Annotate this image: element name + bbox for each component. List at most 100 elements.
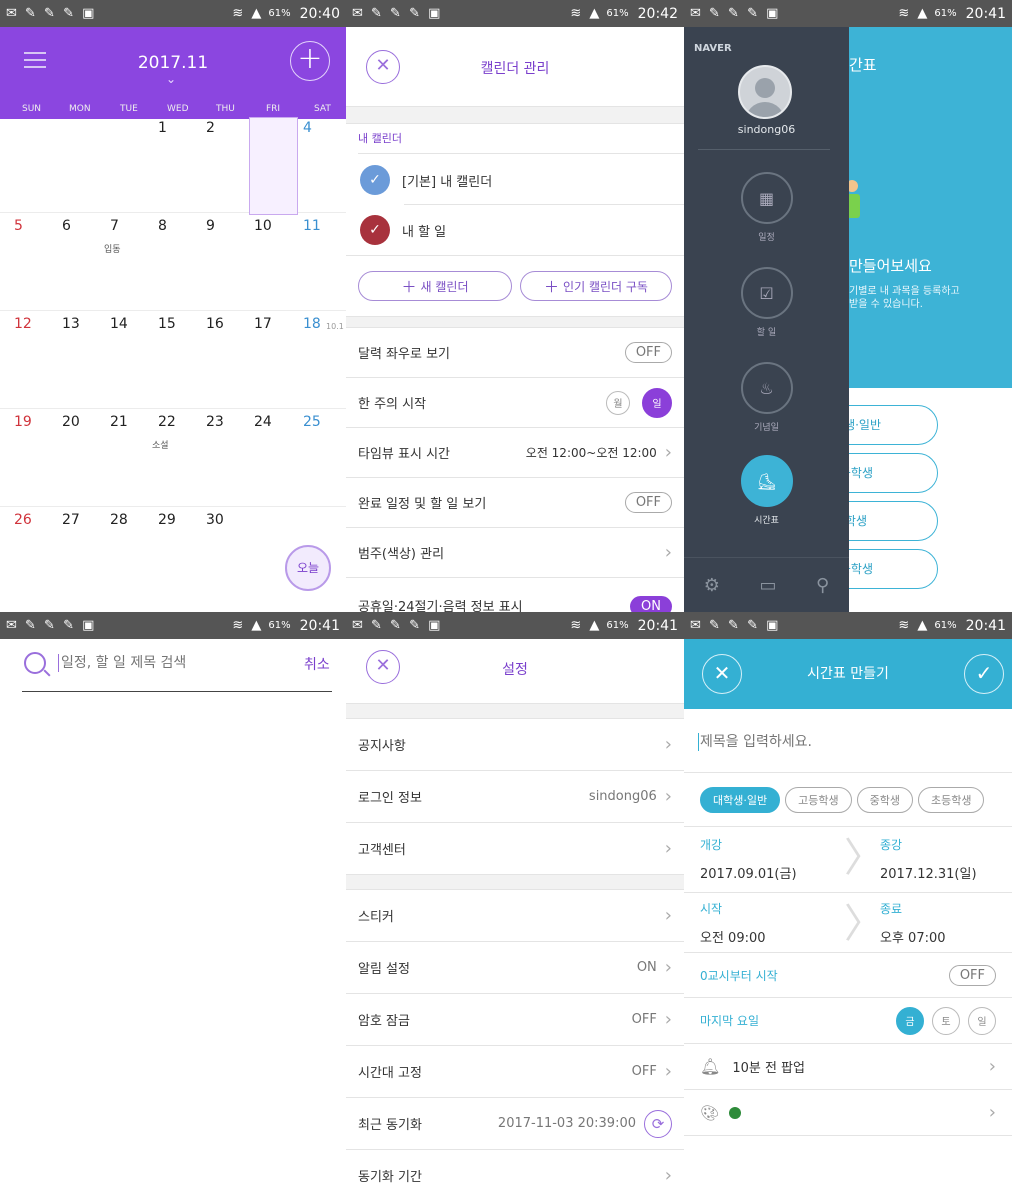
week-start-sunday[interactable]: 일 [642,387,672,418]
chevron-right-icon: › [664,786,672,807]
today-button[interactable]: 오늘 [285,545,331,591]
calendar-day[interactable]: 30 [206,512,224,528]
setting-row[interactable]: 타임뷰 표시 시간 오전 12:00~오전 12:00 › [346,428,684,478]
calendar-day[interactable]: 18 [303,316,321,332]
setting-row[interactable]: 달력 좌우로 보기 OFF [346,328,684,378]
calendar-day[interactable]: 11 [303,218,321,234]
calendar-day[interactable]: 25 [303,414,321,430]
chevron-down-icon[interactable]: ⌄ [166,72,176,86]
search-input[interactable] [61,652,281,674]
chip-middle-school[interactable]: 중학생 [856,787,913,813]
check-icon[interactable]: ✓ [360,215,390,245]
chip-high-school[interactable]: 고등학생 [785,787,852,813]
calendar-day[interactable]: 23 [206,414,224,430]
calendar-day[interactable]: 15 [158,316,176,332]
calendar-day[interactable]: 4 [303,120,312,136]
new-calendar-button[interactable]: ＋ 새 캘린더 [358,271,512,301]
avatar[interactable] [738,65,792,119]
status-bar: ✉ ✎ ✎ ✎ ▣ ≋ ▲ 61% 20:42 [346,0,684,27]
week-start-monday[interactable]: 월 [606,390,630,415]
zero-period-row[interactable]: 0교시부터 시작 OFF [684,953,1012,998]
alarm-row[interactable]: 🔔︎ 10분 전 팝업 › [684,1044,1012,1090]
calendar-day[interactable]: 22 [158,414,176,430]
nav-item-timetable[interactable]: ⛸ 시간표 [684,455,849,526]
day-saturday[interactable]: 토 [932,1006,960,1035]
setting-row[interactable]: 최근 동기화 2017-11-03 20:39:00 ⟳ [346,1098,684,1150]
start-time-field[interactable]: 시작 오전 09:00 [700,900,850,948]
setting-row[interactable]: 동기화 기간 › [346,1150,684,1195]
chevron-right-icon: › [988,1102,996,1123]
toggle-switch[interactable]: OFF [624,492,672,513]
nav-item-schedule[interactable]: ▦ 일정 [684,172,849,243]
calendar-day[interactable]: 21 [110,414,128,430]
text-cursor [58,654,59,672]
calendar-day[interactable]: 1 [158,120,167,136]
sync-icon[interactable]: ⟳ [644,1109,672,1138]
setting-row[interactable]: 시간대 고정 OFF › [346,1046,684,1098]
setting-row[interactable]: 완료 일정 및 할 일 보기 OFF [346,478,684,528]
setting-row[interactable]: 로그인 정보 sindong06 › [346,771,684,823]
field-value: 2017.09.01(금) [700,867,797,882]
chip-elementary[interactable]: 초등학생 [917,787,985,813]
today-highlight[interactable] [249,117,298,215]
add-event-button[interactable]: + [290,41,330,81]
calendar-day[interactable]: 12 [14,316,32,332]
clock: 20:42 [637,5,678,22]
semester-end-field[interactable]: 종강 2017.12.31(일) [880,836,1010,884]
calendar-day[interactable]: 9 [206,218,215,234]
settings-screen: ✉ ✎ ✎ ✎ ▣ ≋ ▲ 61% 20:41 ✕ 설정 공지사항 › 로그인 정보… [346,612,684,1195]
calendar-today-icon[interactable]: ▭ [759,575,776,596]
lunar-date-label: 10.1 [326,322,344,331]
plus-icon: ＋ [544,277,560,296]
calendar-day[interactable]: 27 [62,512,80,528]
calendar-day[interactable]: 29 [158,512,176,528]
clock: 20:41 [965,617,1006,634]
calendar-day[interactable]: 19 [14,414,32,430]
calendar-day[interactable]: 7 [110,218,119,234]
calendar-item-todo[interactable]: ✓ 내 할 일 [360,214,680,246]
calendar-day[interactable]: 17 [254,316,272,332]
divider-band [346,874,684,890]
setting-row[interactable]: 범주(색상) 관리 › [346,528,684,578]
search-icon[interactable]: ⚲ [816,575,829,596]
calendar-day[interactable]: 16 [206,316,224,332]
color-row[interactable]: 🎨︎ › [684,1090,1012,1136]
toggle-switch[interactable]: ON [630,596,672,612]
toggle-switch[interactable]: OFF [624,342,672,363]
day-sunday[interactable]: 일 [968,1006,996,1035]
setting-label: 완료 일정 및 할 일 보기 [358,497,487,512]
day-friday[interactable]: 금 [896,1006,924,1035]
nav-item-todo[interactable]: ☑ 할 일 [684,267,849,338]
confirm-button[interactable]: ✓ [964,654,1004,694]
cancel-button[interactable]: 취소 [304,654,330,674]
plus-icon: ＋ [401,277,417,296]
notification-icons: ✉ ✎ ✎ ✎ ▣ [352,618,443,633]
calendar-day[interactable]: 13 [62,316,80,332]
setting-row[interactable]: 공휴일·24절기·음력 정보 표시 ON [346,578,684,612]
subscribe-popular-button[interactable]: ＋ 인기 캘린더 구독 [520,271,672,301]
end-time-field[interactable]: 종료 오후 07:00 [880,900,1010,948]
calendar-day[interactable]: 5 [14,218,23,234]
setting-row[interactable]: 암호 잠금 OFF › [346,994,684,1046]
setting-row[interactable]: 고객센터 › [346,823,684,875]
calendar-day[interactable]: 26 [14,512,32,528]
calendar-day[interactable]: 24 [254,414,272,430]
chip-university[interactable]: 대학생·일반 [700,787,781,813]
setting-row[interactable]: 공지사항 › [346,719,684,771]
calendar-day[interactable]: 14 [110,316,128,332]
check-icon[interactable]: ✓ [360,165,390,195]
calendar-day[interactable]: 20 [62,414,80,430]
calendar-day[interactable]: 8 [158,218,167,234]
calendar-day[interactable]: 6 [62,218,71,234]
calendar-day[interactable]: 2 [206,120,215,136]
title-input[interactable] [700,730,990,754]
calendar-day[interactable]: 10 [254,218,272,234]
calendar-day[interactable]: 28 [110,512,128,528]
semester-start-field[interactable]: 개강 2017.09.01(금) [700,836,850,884]
toggle-switch[interactable]: OFF [948,964,996,986]
setting-row[interactable]: 알림 설정 ON › [346,942,684,994]
gear-icon[interactable]: ⚙ [704,575,720,596]
nav-item-anniversary[interactable]: ♨ 기념일 [684,362,849,433]
calendar-item-default[interactable]: ✓ [기본] 내 캘린더 [360,164,680,196]
setting-row[interactable]: 스티커 › [346,890,684,942]
